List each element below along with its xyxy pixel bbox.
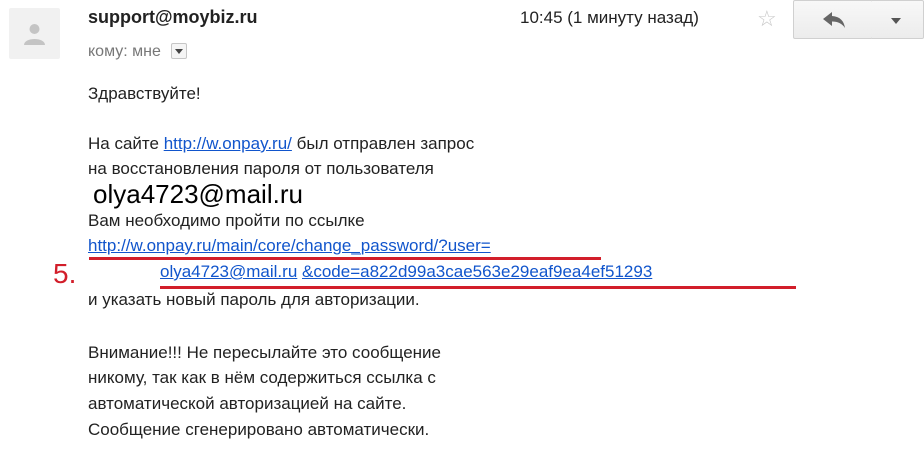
user-email-overlay: olya4723@mail.ru <box>93 179 303 209</box>
recipient-row: кому: мне <box>88 42 188 61</box>
greeting-text: Здравствуйте! <box>88 84 201 103</box>
body-line-4: и указать новый пароль для авторизации. <box>88 290 420 309</box>
show-details-dropdown[interactable] <box>171 42 188 59</box>
reply-icon <box>823 12 845 28</box>
step-number-label: 5. <box>53 258 77 289</box>
reset-link-line-2: olya4723@mail.ru &code=a822d99a3cae563e2… <box>160 262 652 282</box>
reset-link-part-3[interactable]: &code=a822d99a3cae563e29eaf9ea4ef51293 <box>302 262 652 281</box>
body-line-1: На сайте http://w.onpay.ru/ был отправле… <box>88 134 474 154</box>
reset-link-line-1: http://w.onpay.ru/main/core/change_passw… <box>88 236 491 256</box>
highlight-underline-2 <box>160 286 796 289</box>
body-line-3: Вам необходимо пройти по ссылке <box>88 211 365 230</box>
warning-line-4: Сообщение сгенерировано автоматически. <box>88 420 430 439</box>
site-link[interactable]: http://w.onpay.ru/ <box>164 134 292 153</box>
highlight-underline-1 <box>89 257 601 260</box>
warning-line-1: Внимание!!! Не пересылайте это сообщение <box>88 343 441 362</box>
sender-email[interactable]: support@moybiz.ru <box>88 7 258 28</box>
message-time: 10:45 (1 минуту назад) <box>520 8 699 27</box>
body-line-2: на восстановления пароля от пользователя <box>88 159 434 178</box>
person-icon <box>24 24 45 45</box>
recipient-label: кому: мне <box>88 43 161 60</box>
reset-link-part-1[interactable]: http://w.onpay.ru/main/core/change_passw… <box>88 236 491 255</box>
reset-link-part-2[interactable]: olya4723@mail.ru <box>160 262 297 281</box>
warning-line-2: никому, так как в нём содержиться ссылка… <box>88 368 436 387</box>
line1-suffix: был отправлен запрос <box>291 134 475 153</box>
reply-button[interactable] <box>793 0 873 39</box>
warning-line-3: автоматической авторизацией на сайте. <box>88 394 407 413</box>
line1-prefix: На сайте <box>88 134 164 153</box>
star-icon[interactable]: ☆ <box>757 6 777 32</box>
avatar <box>9 8 60 59</box>
more-options-button[interactable] <box>872 0 924 39</box>
